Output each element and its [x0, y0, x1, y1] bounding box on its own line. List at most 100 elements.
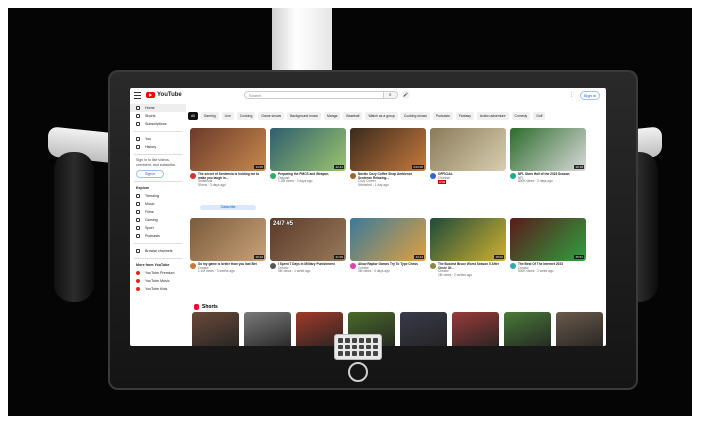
chip-gaming[interactable]: Gaming — [200, 112, 219, 120]
short-thumbnail[interactable] — [504, 312, 551, 346]
video-thumbnail[interactable]: 10:18 — [510, 128, 586, 171]
sidebar-item-you-icon — [136, 137, 140, 141]
short-thumbnail[interactable] — [192, 312, 239, 346]
sidebar-item-subscriptions[interactable]: Subscriptions — [130, 120, 186, 128]
chip-cooking-shows[interactable]: Cooking shows — [400, 112, 430, 120]
keyboard-icon[interactable] — [334, 334, 382, 360]
browse-channels-label: Browse channels — [145, 249, 173, 253]
sidebar-item-gaming[interactable]: Gaming — [130, 216, 186, 224]
sidebar-item-home[interactable]: Home — [130, 104, 186, 112]
video-thumbnail[interactable] — [430, 128, 506, 171]
short-thumbnail[interactable] — [244, 312, 291, 346]
chip-watch-as-a-group[interactable]: Watch as a group — [365, 112, 398, 120]
video-card[interactable]: 13:14 Allow Raptor Games Try To Type Ches… — [350, 218, 426, 304]
menu-icon[interactable] — [134, 91, 141, 99]
video-card[interactable]: 3:00:00 Nordic Cozy Coffee Shop Ambience … — [350, 128, 426, 214]
chip-background-music[interactable]: Background music — [287, 112, 322, 120]
video-thumbnail[interactable]: 25:51 — [510, 218, 586, 261]
video-text: Preparing the PMCS and Weapon Outpost 1.2M… — [278, 172, 328, 184]
video-grid: 14:05 The secret of Sentencia is holding … — [190, 128, 606, 308]
video-meta: Allow Raptor Games Try To Type Chess Crea… — [350, 262, 426, 274]
chip-action-adventure[interactable]: Action-adventure — [476, 112, 509, 120]
sidebar-item-history[interactable]: History — [130, 143, 186, 151]
video-thumbnail[interactable]: 13:14 — [350, 218, 426, 261]
more-options-icon[interactable]: ⋮ — [569, 92, 574, 98]
video-thumbnail[interactable]: 18:02 — [430, 218, 506, 261]
video-card[interactable]: 16:22 So my game is better than you last … — [190, 218, 266, 304]
chip-golf[interactable]: Golf — [533, 112, 546, 120]
youtube-logo[interactable]: YouTube — [146, 92, 182, 98]
video-card[interactable]: 14:05 The secret of Sentencia is holding … — [190, 128, 266, 214]
short-thumbnail[interactable] — [452, 312, 499, 346]
chip-game-shows[interactable]: Game shows — [258, 112, 285, 120]
sidebar-item-films-icon — [136, 210, 140, 214]
sidebar-item-more[interactable]: YouTube Kids — [130, 285, 186, 293]
video-thumbnail[interactable]: 12:41 — [270, 128, 346, 171]
screen: YouTube Search ⌕ 🎤 ⋮ Sign in Home Shorts S… — [130, 88, 606, 346]
channel-avatar[interactable] — [270, 263, 276, 269]
channel-avatar[interactable] — [190, 263, 196, 269]
chip-cooking[interactable]: Cooking — [236, 112, 256, 120]
chip-live[interactable]: Live — [221, 112, 234, 120]
sidebar-item-more[interactable]: YouTube Premium — [130, 269, 186, 277]
sidebar-item-films[interactable]: Films — [130, 208, 186, 216]
sidebar-signin-button[interactable]: Sign in — [136, 170, 164, 178]
video-card[interactable]: 25:51 The Best Of The Internet 2023 Creato… — [510, 218, 586, 304]
video-thumbnail[interactable]: 16:22 — [190, 218, 266, 261]
channel-avatar[interactable] — [190, 173, 196, 179]
channel-avatar[interactable] — [510, 173, 516, 179]
sidebar-divider — [134, 154, 182, 155]
chip-fantasy[interactable]: Fantasy — [455, 112, 474, 120]
video-card[interactable]: 12:41 Preparing the PMCS and Weapon Outpos… — [270, 128, 346, 214]
video-meta: OFFICIAL Channel LIVE — [430, 172, 506, 185]
chip-all[interactable]: All — [188, 112, 198, 120]
video-thumbnail[interactable]: 14:05 — [190, 128, 266, 171]
video-text: So my game is better than you last Bet Cr… — [198, 262, 257, 274]
short-thumbnail[interactable] — [556, 312, 603, 346]
video-row-2: 16:22 So my game is better than you last … — [190, 218, 606, 304]
video-row-1: 14:05 The secret of Sentencia is holding … — [190, 128, 606, 214]
channel-avatar[interactable] — [350, 173, 356, 179]
video-thumbnail[interactable]: 24/7 #5 21:09 — [270, 218, 346, 261]
chip-podcasts[interactable]: Podcasts — [432, 112, 453, 120]
video-card[interactable]: 18:02 The Busiest Bruce Worst Season 5 Af… — [430, 218, 506, 304]
video-stats: 800K views · 2 days ago — [518, 179, 553, 184]
search-icon[interactable]: ⌕ — [383, 91, 398, 99]
sidebar-item-you[interactable]: You — [130, 135, 186, 143]
sidebar-item-podcasts[interactable]: Podcasts — [130, 232, 186, 240]
sidebar-item-trending[interactable]: Trending — [130, 192, 186, 200]
video-duration: 25:51 — [574, 255, 584, 259]
short-thumbnail[interactable] — [400, 312, 447, 346]
sidebar-item-subscriptions-icon — [136, 122, 140, 126]
signin-button[interactable]: Sign in — [579, 90, 600, 100]
chip-comedy[interactable]: Comedy — [511, 112, 531, 120]
shorts-icon — [194, 304, 199, 310]
channel-avatar[interactable] — [430, 173, 436, 179]
video-card[interactable]: OFFICIAL Channel LIVE — [430, 128, 506, 214]
search-input[interactable]: Search — [243, 91, 384, 99]
youtube-red-icon — [136, 287, 140, 291]
youtube-red-icon — [136, 279, 140, 283]
channel-avatar[interactable] — [430, 263, 436, 269]
video-meta: The Best Of The Internet 2023 Creator 900K… — [510, 262, 586, 274]
subscribe-button[interactable]: Subscribe — [200, 205, 256, 210]
channel-avatar[interactable] — [510, 263, 516, 269]
video-title[interactable]: NFL Stars Hall of the 2023 Season — [518, 172, 570, 177]
home-button-icon[interactable] — [348, 362, 368, 382]
channel-avatar[interactable] — [350, 263, 356, 269]
sidebar-item-more[interactable]: YouTube Music — [130, 277, 186, 285]
channel-avatar[interactable] — [270, 173, 276, 179]
video-meta: Nordic Cozy Coffee Shop Ambience Sentenc… — [350, 172, 426, 187]
sidebar-item-browse-channels[interactable]: Browse channels — [130, 247, 186, 255]
video-thumbnail[interactable]: 3:00:00 — [350, 128, 426, 171]
mic-icon[interactable]: 🎤 — [401, 91, 410, 99]
video-card[interactable]: 10:18 NFL Stars Hall of the 2023 Season NF… — [510, 128, 586, 214]
sidebar-item-music-icon — [136, 202, 140, 206]
sidebar-item-music[interactable]: Music — [130, 200, 186, 208]
chip-baseball[interactable]: Baseball — [343, 112, 363, 120]
sidebar-item-shorts[interactable]: Shorts — [130, 112, 186, 120]
chip-manga[interactable]: Manga — [324, 112, 341, 120]
sidebar-divider — [134, 243, 182, 244]
sidebar-item-sport[interactable]: Sport — [130, 224, 186, 232]
video-card[interactable]: 24/7 #5 21:09 I Spent 7 Days in Military P… — [270, 218, 346, 304]
